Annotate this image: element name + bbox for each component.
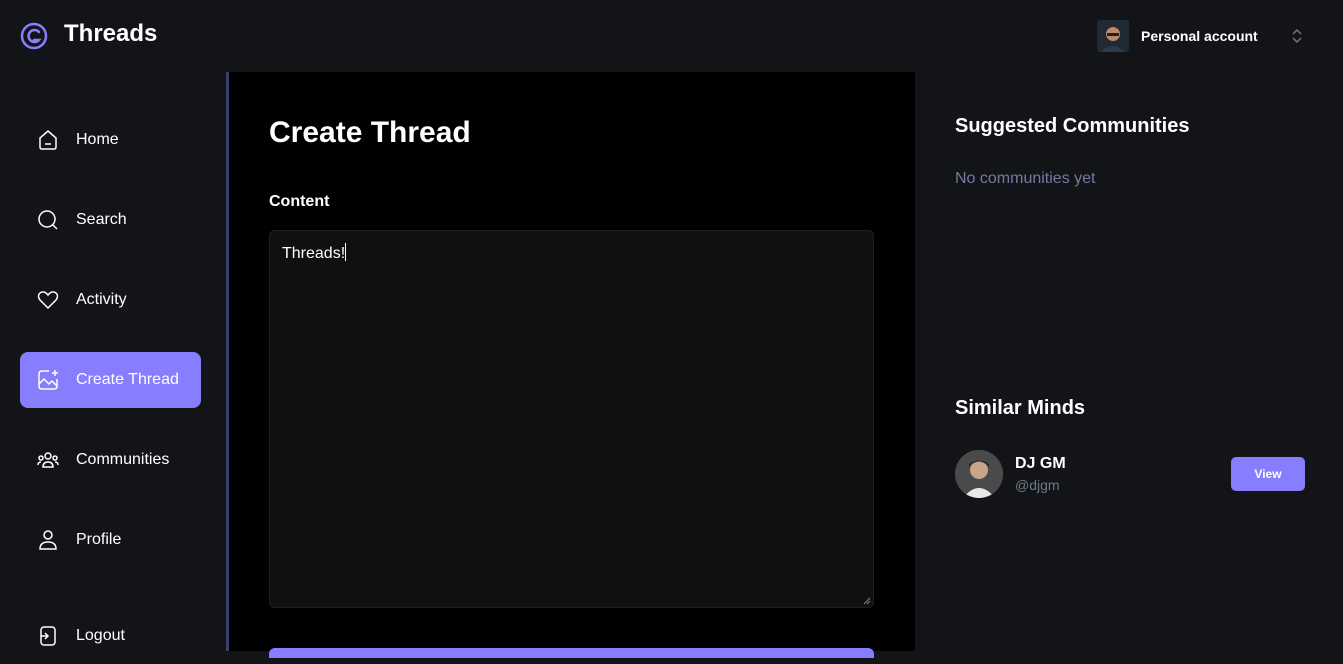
user-icon [39,530,57,550]
sidebar-item-create-thread[interactable]: Create Thread [20,352,201,408]
heart-icon [37,291,59,310]
sidebar-item-label: Create Thread [76,371,179,388]
post-thread-button[interactable] [269,648,874,658]
threads-logo-icon[interactable] [20,22,48,50]
sidebar-item-label: Home [76,131,119,148]
communities-empty-text: No communities yet [955,170,1096,187]
logout-icon [40,626,56,646]
home-icon [39,130,57,150]
sidebar-item-activity[interactable]: Activity [20,272,201,328]
similar-minds-title: Similar Minds [955,397,1086,419]
communities-icon [37,452,59,468]
top-bar: Threads Personal account [0,0,1343,72]
account-switcher[interactable]: Personal account [1097,20,1258,52]
main-content: Create Thread Content Threads! [229,72,915,658]
sidebar-item-label: Communities [76,451,170,468]
sidebar-item-label: Profile [76,531,122,548]
sidebar-item-label: Activity [76,291,127,308]
right-sidebar: Suggested Communities No communities yet… [915,72,1343,651]
left-sidebar: Home Search Activity Create Thread Commu… [0,72,229,651]
account-label: Personal account [1141,28,1258,44]
content-textarea[interactable]: Threads! [269,230,874,608]
chevron-updown-icon[interactable] [1290,27,1304,45]
page-title: Create Thread [269,116,471,149]
sidebar-item-profile[interactable]: Profile [20,512,201,568]
resize-handle-icon[interactable] [863,597,871,605]
suggested-communities-title: Suggested Communities [955,115,1190,137]
text-caret [345,243,347,261]
user-card: DJ GM @djgm View [955,450,1305,498]
avatar [955,450,1003,498]
user-name: DJ GM [1015,455,1066,472]
user-handle: @djgm [1015,477,1060,493]
logout-button[interactable]: Logout [20,608,201,664]
sidebar-item-communities[interactable]: Communities [20,432,201,488]
logout-label: Logout [76,627,125,644]
app-title[interactable]: Threads [64,20,157,48]
account-avatar [1097,20,1129,52]
sidebar-item-label: Search [76,211,127,228]
content-label: Content [269,193,330,210]
search-icon [38,210,58,230]
sidebar-item-search[interactable]: Search [20,192,201,248]
sidebar-item-home[interactable]: Home [20,112,201,168]
content-text: Threads! [282,245,346,262]
view-user-button[interactable]: View [1231,457,1305,491]
create-icon [38,370,58,390]
